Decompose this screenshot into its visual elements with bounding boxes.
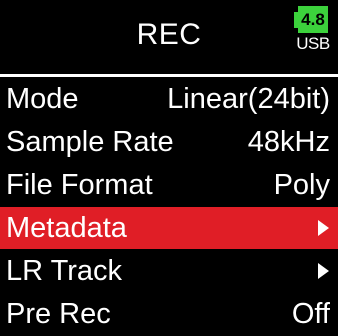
- menu-item-mode[interactable]: Mode Linear(24bit): [0, 78, 338, 120]
- menu-item-value: Linear(24bit): [167, 83, 330, 115]
- menu-item-file-format[interactable]: File Format Poly: [0, 164, 338, 206]
- menu-item-label: Pre Rec: [6, 298, 111, 330]
- arrow-right-icon: [318, 220, 329, 236]
- menu-item-value: 48kHz: [247, 126, 330, 158]
- battery-level: 4.8: [298, 6, 328, 33]
- menu-item-lr-track[interactable]: LR Track: [0, 250, 338, 292]
- menu-item-label: Sample Rate: [6, 126, 174, 158]
- menu-item-sample-rate[interactable]: Sample Rate 48kHz: [0, 121, 338, 163]
- power-source-label: USB: [296, 34, 330, 53]
- header: REC 4.8 USB: [0, 0, 338, 74]
- menu-item-label: Mode: [6, 83, 79, 115]
- header-divider: [0, 74, 338, 77]
- menu-item-label: Metadata: [6, 212, 127, 244]
- menu-item-value: Off: [291, 298, 330, 330]
- menu-item-label: LR Track: [6, 255, 123, 287]
- menu-item-metadata[interactable]: Metadata: [0, 207, 338, 249]
- menu-item-value: Poly: [273, 169, 330, 201]
- rec-menu-screen: REC 4.8 USB Mode Linear(24bit) Sample Ra…: [0, 0, 338, 336]
- menu-item-label: File Format: [6, 169, 153, 201]
- menu-item-pre-rec[interactable]: Pre Rec Off: [0, 293, 338, 335]
- arrow-right-icon: [318, 263, 329, 279]
- battery-indicator: 4.8 USB: [294, 4, 332, 58]
- page-title: REC: [136, 18, 202, 51]
